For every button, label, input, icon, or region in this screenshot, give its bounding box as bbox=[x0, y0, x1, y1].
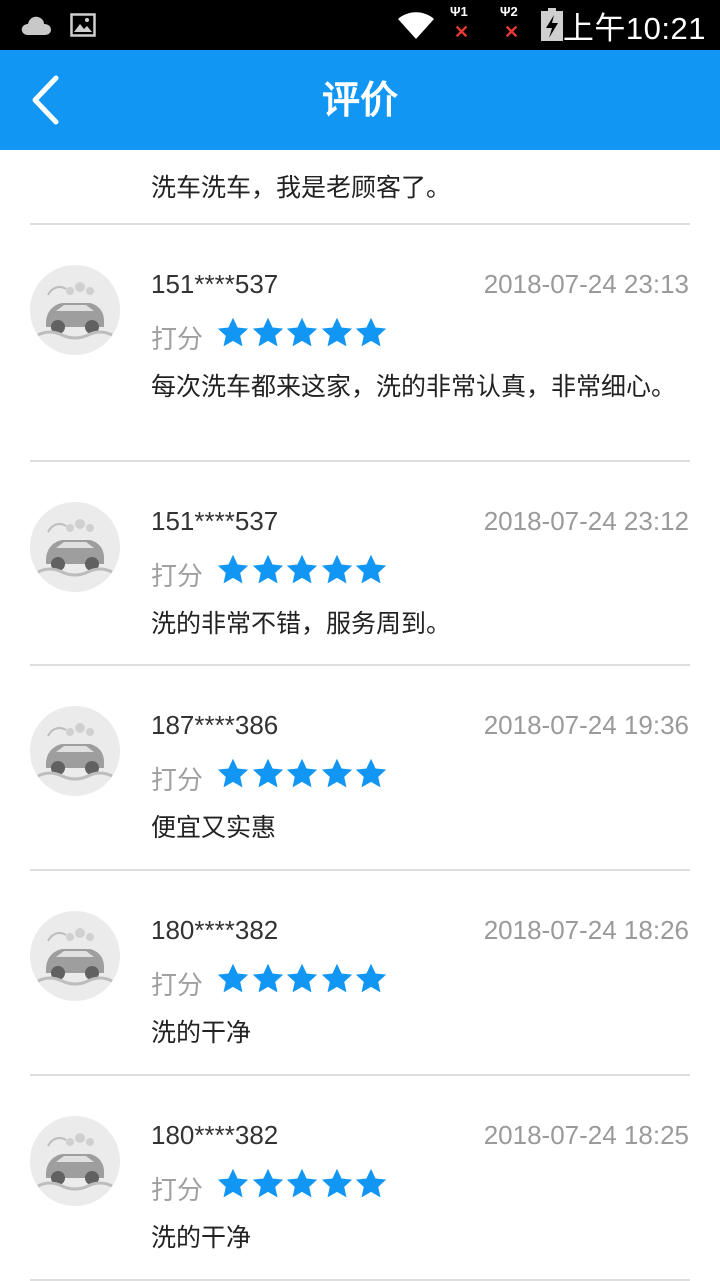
status-time: 上午10:21 bbox=[562, 10, 706, 46]
review-content: 洗的干净 bbox=[151, 1223, 252, 1252]
star-icon bbox=[251, 1167, 285, 1201]
chevron-left-icon bbox=[32, 75, 59, 125]
review-item: 151****537 2018-07-24 23:13 打分每次洗车都来这家，洗的非… bbox=[0, 225, 720, 460]
review-username: 180****382 bbox=[151, 1120, 279, 1150]
star-rating bbox=[216, 1167, 389, 1201]
score-label: 打分 bbox=[151, 971, 204, 1001]
star-rating bbox=[216, 757, 389, 791]
image-icon bbox=[70, 0, 96, 50]
star-icon bbox=[285, 553, 319, 587]
title-bar: 评价 bbox=[0, 50, 720, 150]
score-label: 打分 bbox=[151, 766, 204, 796]
star-icon bbox=[354, 1167, 388, 1201]
star-icon bbox=[216, 962, 250, 996]
status-bar: Ψ1 ✕ Ψ2 ✕ 上午10:21 bbox=[0, 0, 720, 50]
star-icon bbox=[251, 757, 285, 791]
star-icon bbox=[216, 1167, 250, 1201]
star-icon bbox=[216, 316, 250, 350]
star-icon bbox=[320, 1167, 354, 1201]
avatar bbox=[30, 265, 120, 355]
star-rating bbox=[216, 316, 389, 350]
star-icon bbox=[354, 553, 388, 587]
star-icon bbox=[216, 553, 250, 587]
review-username: 151****537 bbox=[151, 506, 279, 536]
score-label: 打分 bbox=[151, 325, 204, 355]
review-date: 2018-07-24 23:12 bbox=[483, 506, 689, 536]
review-date: 2018-07-24 19:36 bbox=[483, 710, 689, 740]
score-label: 打分 bbox=[151, 562, 204, 592]
sim1-signal-icon: Ψ1 ✕ bbox=[450, 4, 470, 42]
review-content: 每次洗车都来这家，洗的非常认真，非常细心。 bbox=[151, 372, 677, 401]
avatar bbox=[30, 502, 120, 592]
review-content: 洗的非常不错，服务周到。 bbox=[151, 609, 452, 638]
review-content: 便宜又实惠 bbox=[151, 813, 277, 842]
review-date: 2018-07-24 18:25 bbox=[483, 1120, 689, 1150]
review-date: 2018-07-24 23:13 bbox=[483, 269, 689, 299]
review-username: 151****537 bbox=[151, 269, 279, 299]
review-content: 洗的干净 bbox=[151, 1018, 252, 1047]
star-icon bbox=[285, 757, 319, 791]
star-icon bbox=[320, 316, 354, 350]
star-icon bbox=[251, 316, 285, 350]
review-username: 187****386 bbox=[151, 710, 279, 740]
avatar bbox=[30, 706, 120, 796]
score-label: 打分 bbox=[151, 1176, 204, 1206]
star-icon bbox=[285, 1167, 319, 1201]
star-icon bbox=[216, 757, 250, 791]
review-date: 2018-07-24 18:26 bbox=[483, 915, 689, 945]
star-icon bbox=[251, 553, 285, 587]
star-icon bbox=[320, 757, 354, 791]
list-item: 洗车洗车，我是老顾客了。 bbox=[0, 150, 720, 223]
review-item: 151****537 2018-07-24 23:12 打分洗的非常不错，服务周到。 bbox=[0, 462, 720, 664]
star-icon bbox=[285, 962, 319, 996]
review-item: 180****382 2018-07-24 18:25 打分洗的干净 bbox=[0, 1076, 720, 1279]
star-icon bbox=[251, 962, 285, 996]
back-button[interactable] bbox=[22, 72, 78, 128]
wifi-icon bbox=[396, 0, 436, 50]
star-icon bbox=[354, 757, 388, 791]
review-item: 187****386 2018-07-24 19:36 打分便宜又实惠 bbox=[0, 666, 720, 869]
review-item: 180****382 2018-07-24 18:26 打分洗的干净 bbox=[0, 871, 720, 1074]
star-icon bbox=[320, 553, 354, 587]
avatar bbox=[30, 1116, 120, 1206]
page-title: 评价 bbox=[321, 78, 398, 122]
cloud-icon bbox=[20, 0, 52, 50]
battery-charging-icon bbox=[540, 0, 564, 50]
star-icon bbox=[354, 962, 388, 996]
star-icon bbox=[320, 962, 354, 996]
review-content: 洗车洗车，我是老顾客了。 bbox=[151, 173, 452, 202]
review-username: 180****382 bbox=[151, 915, 279, 945]
star-icon bbox=[285, 316, 319, 350]
star-rating bbox=[216, 962, 389, 996]
sim2-signal-icon: Ψ2 ✕ bbox=[500, 4, 520, 42]
review-list[interactable]: 洗车洗车，我是老顾客了。 151****537 2018-07-24 23:13 打… bbox=[0, 150, 720, 1281]
star-rating bbox=[216, 553, 389, 587]
avatar bbox=[30, 911, 120, 1001]
star-icon bbox=[354, 316, 388, 350]
